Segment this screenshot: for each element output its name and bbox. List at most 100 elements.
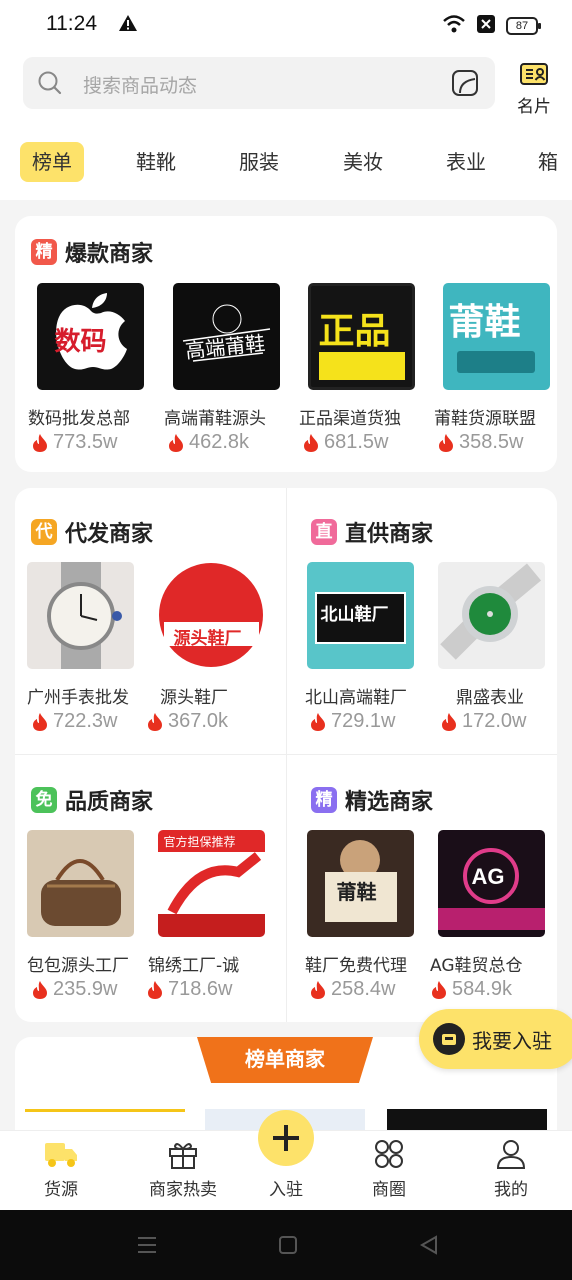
home-icon[interactable]	[278, 1235, 298, 1259]
warning-icon	[118, 14, 138, 36]
status-time: 11:24	[46, 12, 97, 35]
join-button-label: 我要入驻	[472, 1029, 552, 1053]
merchant-card[interactable]: 官方担保推荐 锦绣工厂-诚 718.6w	[146, 830, 276, 1001]
merchant-name: 正品渠道货独	[299, 409, 401, 429]
nav-join-label: 入驻	[269, 1180, 303, 1200]
category-merchants-panel: 代 代发商家 广州手表批发 722.3w 源头鞋厂 源头鞋厂 367.0k 直 …	[15, 488, 557, 1022]
direct-title-text: 直供商家	[345, 522, 434, 547]
merchant-heat: 258.4w	[295, 978, 425, 1001]
search-input[interactable]: 搜索商品动态	[83, 71, 197, 98]
nav-circle[interactable]: 商圈	[339, 1139, 439, 1200]
heat-value: 773.5w	[53, 431, 118, 453]
quality-badge: 免	[31, 787, 57, 813]
battery-icon: 87	[506, 17, 541, 35]
thumb-text: 数码	[54, 327, 107, 357]
merchant-name: 锦绣工厂-诚	[148, 956, 240, 976]
header: 搜索商品动态 名片 榜单 鞋靴 服装 美妆 表业 箱	[0, 50, 572, 200]
system-nav-bar	[0, 1210, 572, 1280]
tab-bags[interactable]: 箱	[538, 142, 572, 182]
merchant-card[interactable]: 莆鞋 莆鞋货源联盟 358.5w	[431, 283, 561, 454]
fire-icon	[432, 980, 446, 999]
merchant-thumb: AG	[437, 830, 545, 937]
tab-ranking[interactable]: 榜单	[20, 142, 84, 182]
heat-value: 367.0k	[168, 710, 229, 732]
dropship-title-text: 代发商家	[65, 522, 154, 547]
merchant-heat: 172.0w	[426, 710, 556, 733]
thumb-text: 莆鞋	[336, 880, 377, 904]
fire-icon	[33, 712, 47, 731]
hot-merchants-title: 精 爆款商家	[31, 236, 153, 268]
merchant-heat: 235.9w	[15, 978, 145, 1001]
merchant-card[interactable]: 正品 正品渠道货独 681.5w	[296, 283, 426, 454]
thumb-text: 源头鞋厂	[173, 629, 242, 649]
heat-value: 718.6w	[168, 978, 233, 1000]
heat-value: 729.1w	[331, 710, 396, 732]
merchant-card[interactable]: 北山鞋厂 北山高端鞋厂 729.1w	[295, 562, 425, 733]
merchant-heat: 718.6w	[146, 978, 276, 1001]
search-bar[interactable]: 搜索商品动态	[23, 57, 495, 109]
merchant-card[interactable]: 高端莆鞋 高端莆鞋源头 462.8k	[161, 283, 291, 454]
merchant-heat: 773.5w	[25, 431, 155, 454]
merchant-thumb: 数码	[36, 283, 144, 390]
thumb-text: 正品	[318, 311, 391, 352]
merchant-card[interactable]: 数码 数码批发总部 773.5w	[25, 283, 155, 454]
fire-icon	[169, 433, 183, 452]
tab-watches[interactable]: 表业	[434, 142, 498, 182]
tab-clothing[interactable]: 服装	[227, 142, 291, 182]
merchant-heat: 462.8k	[161, 431, 291, 454]
dropship-badge: 代	[31, 519, 57, 545]
wifi-icon	[442, 14, 466, 38]
thumb-strip	[456, 351, 535, 373]
merchant-card[interactable]: 源头鞋厂 源头鞋厂 367.0k	[146, 562, 276, 733]
nav-profile[interactable]: 我的	[461, 1139, 561, 1200]
heat-value: 358.5w	[459, 431, 524, 453]
merchant-heat: 358.5w	[431, 431, 561, 454]
fire-icon	[439, 433, 453, 452]
merchant-heat: 729.1w	[295, 710, 425, 733]
merchant-thumb: 正品	[307, 283, 415, 390]
thumb-text: 北山鞋厂	[320, 605, 389, 625]
merchant-name: 数码批发总部	[28, 409, 130, 429]
thumb-text: 莆鞋	[448, 302, 521, 343]
merchant-card[interactable]: 莆鞋 鞋厂免费代理 258.4w	[295, 830, 425, 1001]
no-sim-icon	[476, 14, 496, 38]
photo-search-icon[interactable]	[451, 69, 479, 101]
thumb-text: AG	[471, 864, 505, 889]
join-fab-button[interactable]	[258, 1110, 314, 1166]
apps-icon	[373, 1140, 405, 1173]
merchant-thumb: 莆鞋	[442, 283, 550, 390]
merchant-name: 鞋厂免费代理	[305, 956, 407, 976]
merchant-thumb: 源头鞋厂	[157, 562, 265, 669]
fire-icon	[442, 712, 456, 731]
business-card-button[interactable]: 名片	[512, 62, 556, 117]
merchant-thumb: 北山鞋厂	[306, 562, 414, 669]
fire-icon	[311, 712, 325, 731]
merchant-name: 鼎盛表业	[456, 688, 524, 708]
heat-value: 258.4w	[331, 978, 396, 1000]
merchant-name: 莆鞋货源联盟	[434, 409, 536, 429]
hot-title-text: 爆款商家	[65, 242, 154, 267]
merchant-heat: 681.5w	[296, 431, 426, 454]
hot-badge: 精	[31, 239, 57, 265]
bag-image	[40, 859, 121, 926]
nav-hot-sale[interactable]: 商家热卖	[133, 1139, 233, 1200]
search-icon	[37, 70, 63, 100]
merchant-card[interactable]: 鼎盛表业 172.0w	[426, 562, 556, 733]
nav-profile-label: 我的	[494, 1180, 528, 1200]
back-icon[interactable]	[418, 1234, 440, 1260]
merchant-thumb: 官方担保推荐	[157, 830, 265, 937]
quality-title-text: 品质商家	[65, 790, 154, 815]
tab-beauty[interactable]: 美妆	[331, 142, 395, 182]
tab-shoes[interactable]: 鞋靴	[124, 142, 188, 182]
merchant-card[interactable]: AG AG鞋贸总仓 584.9k	[426, 830, 556, 1001]
heat-value: 462.8k	[189, 431, 250, 453]
menu-icon[interactable]	[136, 1234, 158, 1260]
merchant-thumb: 莆鞋	[306, 830, 414, 937]
join-button[interactable]: 我要入驻	[419, 1009, 572, 1069]
merchant-thumb	[26, 562, 134, 669]
merchant-card[interactable]: 广州手表批发 722.3w	[15, 562, 145, 733]
user-icon	[495, 1140, 527, 1173]
direct-title: 直 直供商家	[311, 516, 433, 548]
nav-supply[interactable]: 货源	[11, 1139, 111, 1200]
merchant-card[interactable]: 包包源头工厂 235.9w	[15, 830, 145, 1001]
